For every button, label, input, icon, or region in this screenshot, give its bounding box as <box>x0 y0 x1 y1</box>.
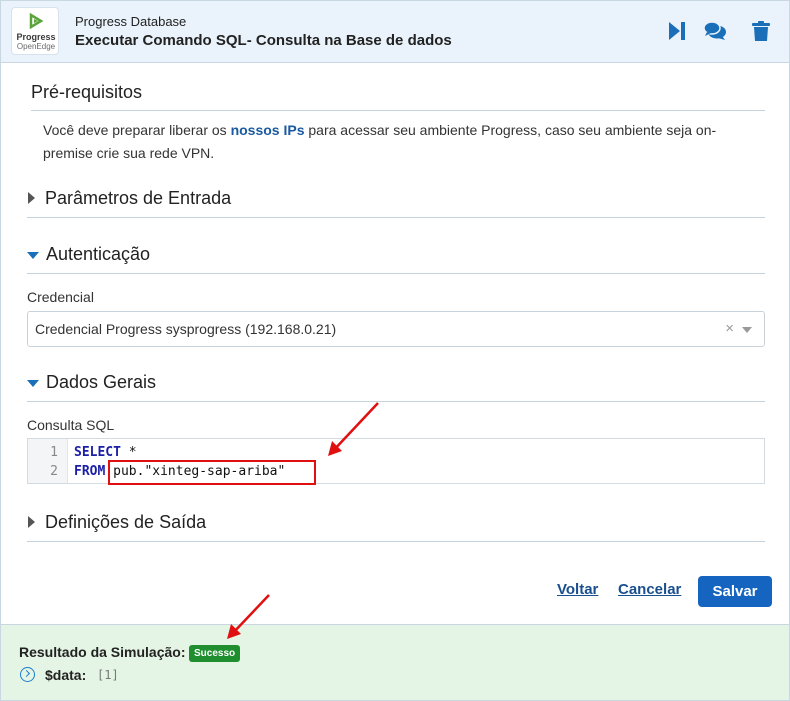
expand-input-params-icon[interactable] <box>28 192 35 204</box>
credential-select[interactable]: Credencial Progress sysprogress (192.168… <box>27 311 765 347</box>
prereq-divider <box>31 110 765 111</box>
input-params-divider <box>27 217 765 218</box>
prereq-text: Você deve preparar liberar os nossos IPs… <box>43 119 733 165</box>
credential-value: Credencial Progress sysprogress (192.168… <box>35 321 337 337</box>
chevron-down-icon[interactable] <box>742 327 752 333</box>
skip-forward-icon[interactable] <box>665 19 689 43</box>
clear-icon[interactable]: × <box>725 320 734 337</box>
sql-text: * <box>120 445 137 460</box>
result-value: [1] <box>97 668 119 682</box>
trash-glyph <box>752 21 770 41</box>
line-number: 2 <box>50 464 58 479</box>
save-button[interactable]: Salvar <box>698 576 772 607</box>
sql-keyword: SELECT <box>74 445 121 460</box>
result-label: Resultado da Simulação: <box>19 644 186 660</box>
expand-output-icon[interactable] <box>28 516 35 528</box>
our-ips-link[interactable]: nossos IPs <box>231 122 305 138</box>
section-general[interactable]: Dados Gerais <box>46 372 156 393</box>
simulation-result-panel: Resultado da Simulação: Sucesso $data: [… <box>1 624 789 700</box>
header-bar: Progress OpenEdge Progress Database Exec… <box>1 1 789 63</box>
collapse-auth-icon[interactable] <box>27 252 39 259</box>
section-auth[interactable]: Autenticação <box>46 244 150 265</box>
code-line[interactable]: SELECT * <box>74 445 137 460</box>
status-badge: Sucesso <box>189 645 241 662</box>
output-divider <box>27 541 765 542</box>
back-button[interactable]: Voltar <box>557 581 598 598</box>
expand-result-icon[interactable] <box>20 667 35 682</box>
section-output[interactable]: Definições de Saída <box>45 512 206 533</box>
cancel-button[interactable]: Cancelar <box>618 581 681 598</box>
collapse-general-icon[interactable] <box>27 380 39 387</box>
chat-bubbles-icon[interactable] <box>703 19 727 43</box>
skip-forward-glyph <box>669 22 685 40</box>
progress-logo-mark-icon <box>29 13 44 29</box>
prereq-text-before: Você deve preparar liberar os <box>43 122 231 138</box>
line-number-gutter: 1 2 <box>28 439 68 483</box>
header-subtitle: Progress Database <box>75 14 187 29</box>
logo-text-openedge: OpenEdge <box>16 42 56 51</box>
trash-icon[interactable] <box>749 19 773 43</box>
prereq-title: Pré-requisitos <box>31 82 143 102</box>
result-key: $data: <box>45 667 87 683</box>
progress-logo: Progress OpenEdge <box>11 7 59 55</box>
sql-label: Consulta SQL <box>27 417 115 433</box>
general-divider <box>27 401 765 402</box>
chat-bubbles-glyph <box>703 21 726 40</box>
logo-text-progress: Progress <box>16 32 56 42</box>
credential-label: Credencial <box>27 289 94 305</box>
sql-keyword: FROM <box>74 464 106 479</box>
line-number: 1 <box>50 445 58 460</box>
annotation-highlight-box <box>108 460 316 485</box>
page-title: Executar Comando SQL- Consulta na Base d… <box>75 32 452 49</box>
section-input-params[interactable]: Parâmetros de Entrada <box>45 188 231 209</box>
auth-divider <box>27 273 765 274</box>
